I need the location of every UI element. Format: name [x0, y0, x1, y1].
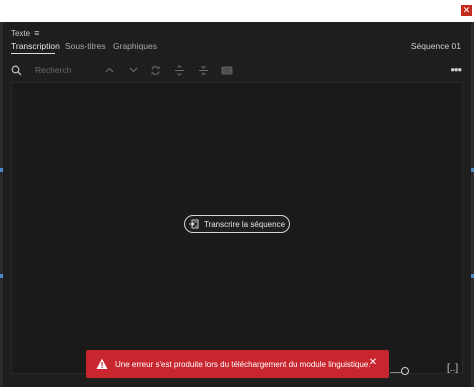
caption-icon[interactable]: CC [220, 64, 234, 76]
svg-text:CC: CC [223, 68, 231, 74]
merge-icon[interactable] [197, 64, 209, 76]
toolbar: CC ••• [3, 58, 471, 82]
zoom-slider-handle[interactable] [401, 367, 409, 375]
chevron-up-icon[interactable] [103, 64, 115, 76]
tab-transcription[interactable]: Transcription [11, 41, 60, 51]
panel-header: Texte ≡ [11, 26, 39, 40]
tab-sous-titres[interactable]: Sous-titres [65, 41, 106, 51]
window-titlebar: ✕ [0, 0, 474, 23]
more-options-button[interactable]: ••• [450, 62, 462, 77]
transcribe-sequence-button[interactable]: Transcrire la séquence [184, 215, 290, 233]
window-close-button[interactable]: ✕ [461, 5, 472, 16]
tab-bar: Transcription Sous-titres Graphiques [3, 40, 471, 58]
menu-icon[interactable]: ≡ [34, 28, 39, 38]
active-tab-indicator [11, 53, 55, 54]
transcribe-label: Transcrire la séquence [203, 219, 286, 229]
search-icon[interactable] [10, 64, 22, 76]
error-message: Une erreur s'est produite lors du téléch… [115, 359, 371, 369]
warning-icon [96, 358, 108, 369]
transcribe-icon [188, 219, 199, 229]
split-icon[interactable] [173, 64, 185, 76]
error-toast: Une erreur s'est produite lors du téléch… [86, 350, 389, 378]
text-panel: Texte ≡ Transcription Sous-titres Graphi… [3, 22, 471, 387]
tab-graphiques[interactable]: Graphiques [113, 41, 157, 51]
chevron-down-icon[interactable] [127, 64, 139, 76]
panel-title: Texte [11, 28, 31, 38]
sequence-label: Séquence 01 [410, 41, 461, 51]
sync-icon[interactable] [149, 64, 161, 76]
fullscreen-icon[interactable]: [..] [447, 363, 458, 374]
toast-close-button[interactable]: ✕ [368, 358, 378, 368]
search-input[interactable] [35, 64, 105, 76]
